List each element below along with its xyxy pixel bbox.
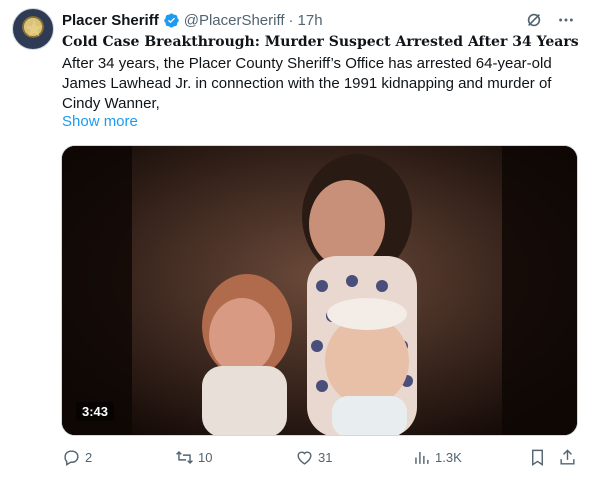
grok-icon[interactable] [524, 10, 544, 30]
reply-button[interactable]: 2 [62, 448, 92, 467]
video-thumbnail [62, 146, 577, 435]
show-more-link[interactable]: Show more [62, 113, 138, 130]
views-chart-icon [415, 451, 429, 464]
reply-count: 2 [85, 450, 93, 465]
bookmark-button[interactable] [528, 448, 547, 467]
heart-icon [297, 451, 312, 465]
tweet: Placer Sheriff @PlacerSheriff · 17h Cold… [0, 0, 590, 478]
tweet-body: After 34 years, the Placer County Sherif… [62, 54, 582, 114]
video-player[interactable]: 3:43 [61, 145, 578, 436]
tweet-body-line: After 34 years, the Placer County Sherif… [62, 55, 552, 72]
views-button[interactable]: 1.3K [412, 448, 462, 467]
top-right-icons [524, 10, 576, 30]
tweet-body-line: James Lawhead Jr. in connection with the… [62, 75, 552, 92]
tweet-body-line: Cindy Wanner, [62, 95, 160, 112]
tweet-header: Placer Sheriff @PlacerSheriff · 17h [62, 10, 323, 30]
author-name[interactable]: Placer Sheriff [62, 12, 159, 29]
separator-dot: · [288, 11, 294, 29]
author-handle[interactable]: @PlacerSheriff [184, 12, 285, 29]
reply-icon [64, 450, 79, 466]
repost-count: 10 [198, 450, 213, 465]
share-icon [560, 449, 575, 465]
like-button[interactable]: 31 [295, 448, 332, 467]
avatar[interactable] [12, 8, 54, 50]
sheriff-badge-icon [25, 20, 43, 37]
repost-button[interactable]: 10 [175, 448, 212, 467]
more-options-icon[interactable] [556, 10, 576, 30]
tweet-title: Cold Case Breakthrough: Murder Suspect A… [62, 34, 579, 50]
video-duration: 3:43 [76, 402, 115, 421]
action-bar: 2 10 31 1.3K [62, 448, 580, 470]
repost-icon [176, 450, 193, 465]
like-count: 31 [318, 450, 333, 465]
verified-badge-icon[interactable] [163, 12, 180, 29]
views-count: 1.3K [435, 450, 462, 465]
bookmark-icon [532, 449, 543, 466]
share-button[interactable] [558, 448, 577, 467]
post-time[interactable]: 17h [298, 12, 323, 29]
